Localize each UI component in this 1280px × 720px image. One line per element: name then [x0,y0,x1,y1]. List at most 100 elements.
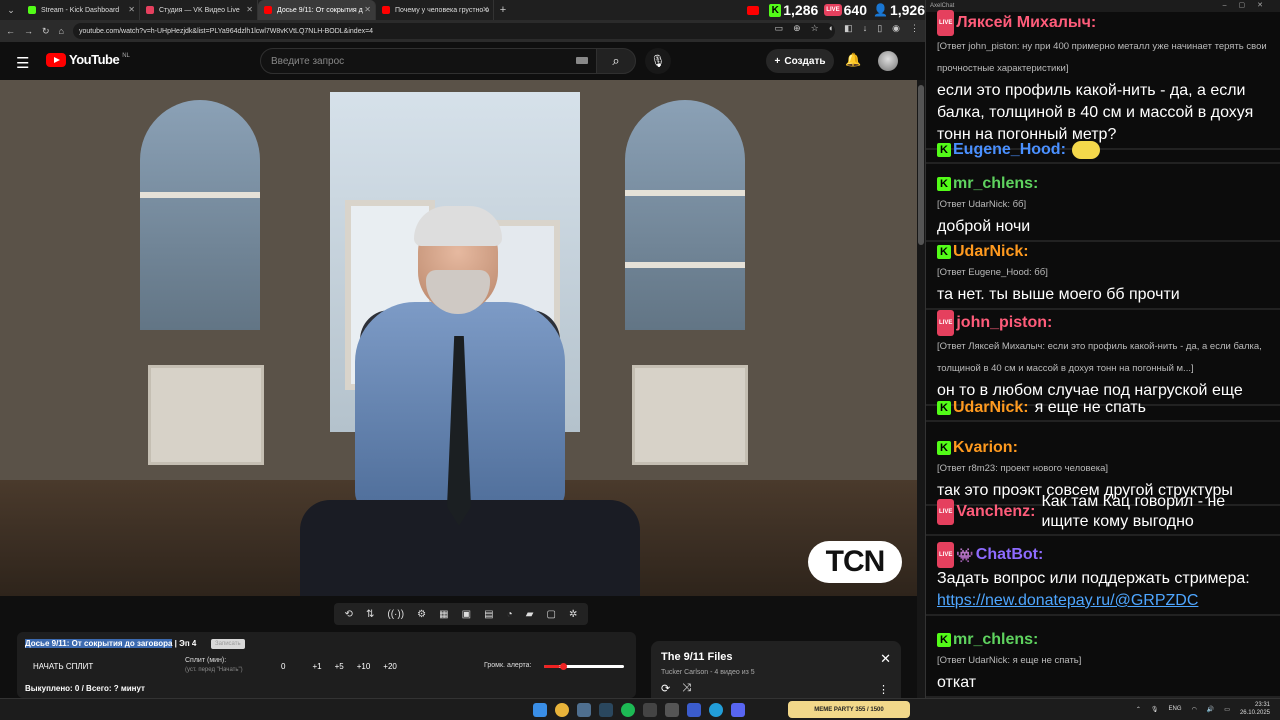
picture-in-picture-icon[interactable]: ▣ [462,609,471,620]
alert-volume-slider[interactable] [544,663,624,670]
profile-icon[interactable]: ◉ [892,23,900,34]
keyboard-icon[interactable] [576,57,588,64]
increment-1-button[interactable]: +1 [312,662,321,671]
battery-icon[interactable]: ▭ [1224,706,1230,713]
tab-youtube[interactable]: Почему у человека грустно о ✕ [376,0,494,20]
extensions-puzzle-icon[interactable]: ◧ [844,23,853,34]
volume-boost-icon[interactable]: ▰ [526,609,534,620]
forward-icon[interactable]: → [24,26,33,36]
donate-link[interactable]: https://new.donatepay.ru/@GRPZDC [937,590,1269,612]
back-icon[interactable]: ← [6,26,15,36]
playlist-title[interactable]: The 9/11 Files [661,651,733,663]
chat-username[interactable]: Vanchenz: [956,502,1035,522]
tab-list-button[interactable]: ⌄ [0,0,22,20]
close-icon[interactable]: ✕ [880,651,891,667]
chat-username[interactable]: Eugene_Hood: [953,140,1066,160]
clock-date: 26.10.2025 [1239,710,1270,716]
clock-time: 23:31 [1254,702,1270,708]
chevron-up-icon[interactable]: ⌃ [1136,706,1141,713]
telegram-icon[interactable] [709,703,723,717]
scrollbar-thumb[interactable] [918,85,924,245]
spotify-icon[interactable] [621,703,635,717]
audio-icon[interactable]: ((·)) [387,609,404,620]
zoom-icon[interactable]: ⊕ [793,23,801,34]
notifications-bell-icon[interactable]: 🔔 [845,52,861,68]
tab-vk[interactable]: Студия — VK Видео Live ✕ [140,0,258,20]
app-icon[interactable] [687,703,701,717]
chat-reply-quote: [Ответ UdarNick: бб] [937,199,1027,210]
close-icon[interactable]: ✕ [482,5,489,14]
start-split-button[interactable]: НАЧАТЬ СПЛИТ [33,662,93,671]
meme-party-widget[interactable]: MEME PARTY 355 / 1500 [788,701,910,718]
app-icon[interactable] [643,703,657,717]
sidebar-icon[interactable]: ▯ [877,23,882,34]
close-icon[interactable]: ✕ [128,5,135,14]
url-field[interactable]: youtube.com/watch?v=h-UHpHezjdk&list=PLY… [72,23,835,39]
wifi-icon[interactable]: ◠ [1192,706,1197,713]
discord-icon[interactable] [731,703,745,717]
close-icon[interactable]: ✕ [246,5,253,14]
cinema-icon[interactable]: ▤ [484,609,493,620]
hamburger-menu-icon[interactable]: ☰ [16,54,29,72]
more-icon[interactable]: ⋮ [878,683,889,696]
speed-icon[interactable]: ◔ [507,609,513,620]
create-button[interactable]: + Создать [766,49,834,73]
scrollbar[interactable] [917,80,925,698]
loop-icon[interactable]: ⟳ [661,682,670,695]
extension-icon[interactable]: ◐ [829,23,834,34]
chat-message-header: LIVE 👾 ChatBot: [937,542,1269,568]
download-icon[interactable]: ↓ [863,23,868,34]
increment-10-button[interactable]: +10 [357,662,371,671]
tab-youtube-active[interactable]: Досье 9/11: От сокрытия д ✕ [258,0,376,20]
shuffle-icon[interactable]: ⤨ [682,682,691,695]
close-icon[interactable]: ✕ [364,5,371,14]
chat-username[interactable]: Ляксей Михалыч: [956,13,1096,33]
app-icon[interactable] [577,703,591,717]
chrome-icon[interactable] [555,703,569,717]
chat-username[interactable]: ChatBot: [976,545,1044,565]
chat-username[interactable]: Kvarion: [953,438,1018,458]
voice-search-button[interactable]: 🎙 [645,48,671,74]
screenshot-icon[interactable]: ▢ [546,609,555,620]
video-player[interactable]: TCN [0,80,917,596]
microphone-icon[interactable]: 🎙 [1151,706,1159,713]
home-icon[interactable]: ⌂ [59,26,64,36]
volume-icon[interactable]: 🔊 [1207,706,1214,713]
loop-icon[interactable]: ⟲ [345,609,353,620]
language-indicator[interactable]: ENG [1169,706,1182,712]
clock[interactable]: 23:31 26.10.2025 [1240,701,1270,717]
gear-icon[interactable]: ✲ [569,609,577,620]
clapper-icon[interactable]: ▦ [439,609,448,620]
record-badge[interactable]: Записать [211,639,245,649]
search-button[interactable]: ⌕ [596,48,636,74]
kick-icon: K [937,441,951,455]
increment-5-button[interactable]: +5 [335,662,344,671]
new-tab-button[interactable]: + [494,4,512,16]
search-input[interactable]: Введите запрос [260,48,598,74]
chat-username[interactable]: mr_chlens: [953,174,1038,194]
chat-message: LIVE Vanchenz: Как там Кац говорил - не ищ… [926,490,1280,536]
increment-20-button[interactable]: +20 [383,662,397,671]
app-icon[interactable] [665,703,679,717]
chat-message: Kmr_chlens: [Ответ UdarNick: я еще не спа… [926,628,1280,698]
windows-start-icon[interactable] [533,703,547,717]
steam-icon[interactable] [599,703,613,717]
tab-kick[interactable]: Stream - Kick Dashboard ✕ [22,0,140,20]
cast-icon[interactable]: ▭ [775,23,784,34]
menu-icon[interactable]: ⋮ [910,23,919,34]
avatar[interactable] [878,51,898,71]
bookmark-star-icon[interactable]: ☆ [811,23,819,34]
chat-username[interactable]: john_piston: [956,313,1052,333]
chat-username[interactable]: UdarNick: [953,242,1029,262]
tab-title: Stream - Kick Dashboard [41,6,120,14]
chat-message-text: та нет. ты выше моего бб прочти [937,286,1180,303]
chat-username[interactable]: mr_chlens: [953,630,1038,650]
settings-video-icon[interactable]: ⚙ [417,609,426,620]
sort-icon[interactable]: ⇅ [366,609,374,620]
vk-favicon-icon [146,6,154,14]
kick-icon: K [937,245,951,259]
chat-username[interactable]: UdarNick: [953,398,1029,418]
youtube-logo[interactable]: YouTube NL [46,52,130,67]
reload-icon[interactable]: ↻ [42,26,50,37]
slider-knob[interactable] [560,663,567,670]
